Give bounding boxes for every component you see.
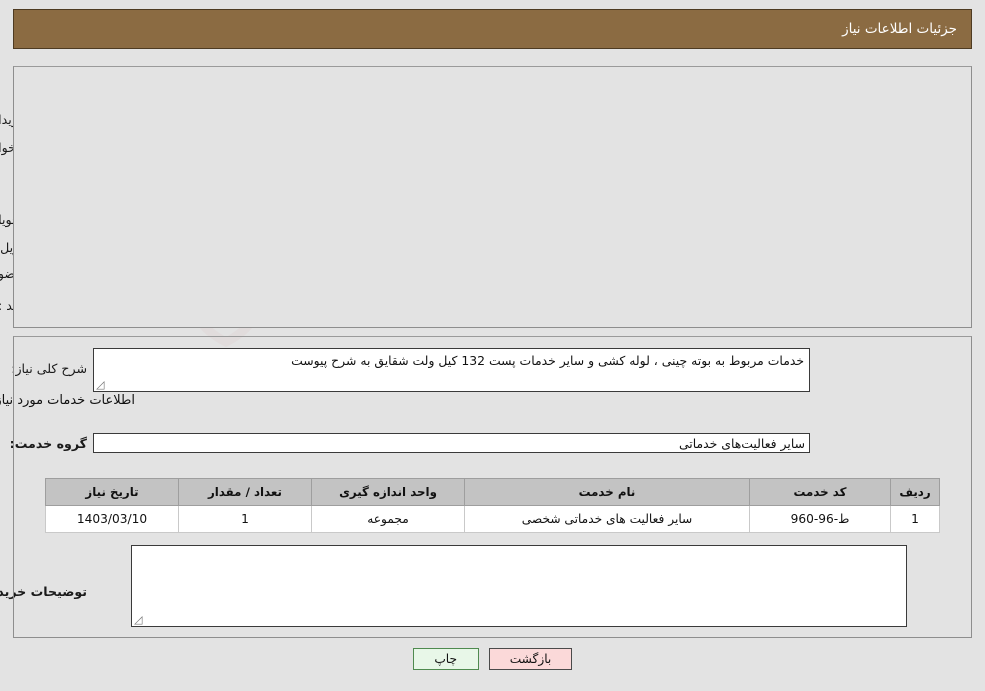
page-title: جزئیات اطلاعات نیاز xyxy=(842,21,957,37)
services-panel xyxy=(13,336,972,638)
window-titlebar: جزئیات اطلاعات نیاز xyxy=(13,9,972,49)
need-info-panel xyxy=(13,66,972,328)
page-root: AriaTender.net جزئیات اطلاعات نیاز شماره… xyxy=(0,0,985,691)
print-button[interactable]: چاپ xyxy=(412,648,479,670)
footer-button-row: بازگشت چاپ xyxy=(0,648,985,670)
back-button[interactable]: بازگشت xyxy=(488,648,573,670)
